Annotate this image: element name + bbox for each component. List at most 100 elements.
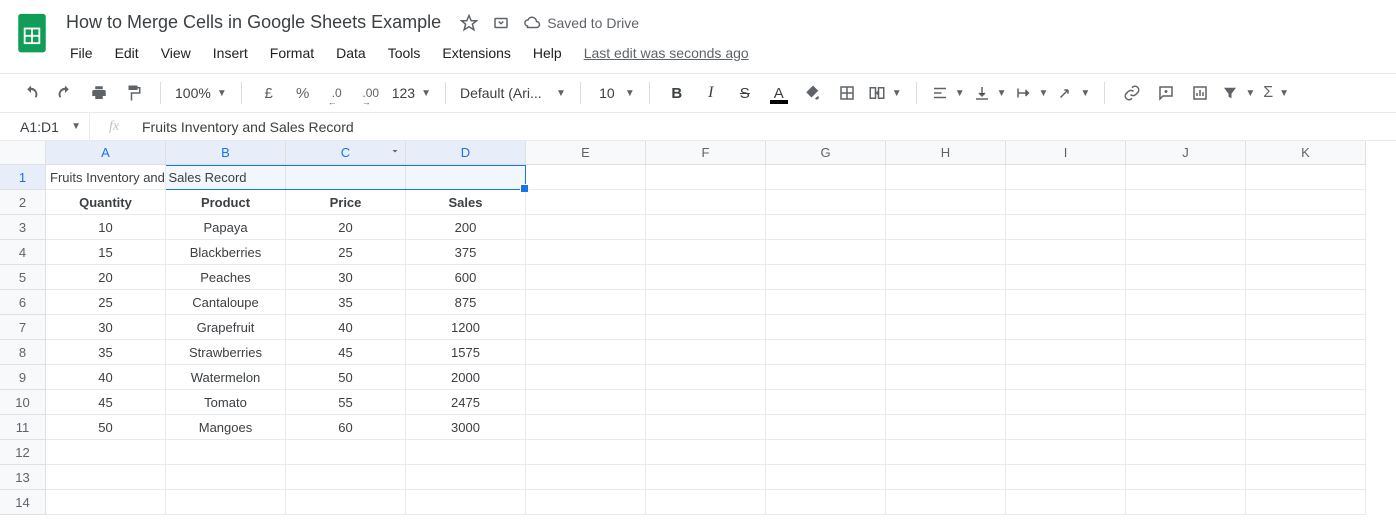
cell[interactable]: [886, 465, 1006, 490]
col-header-G[interactable]: G: [766, 141, 886, 165]
cell[interactable]: [886, 415, 1006, 440]
text-color-button[interactable]: A: [766, 80, 792, 106]
cell[interactable]: [766, 415, 886, 440]
col-header-H[interactable]: H: [886, 141, 1006, 165]
menu-data[interactable]: Data: [326, 41, 376, 65]
cell[interactable]: [886, 265, 1006, 290]
row-header-9[interactable]: 9: [0, 365, 46, 390]
cell[interactable]: [886, 290, 1006, 315]
font-size-dropdown[interactable]: 10 ▼: [595, 85, 635, 101]
col-header-D[interactable]: D: [406, 141, 526, 165]
cell[interactable]: [766, 165, 886, 190]
insert-link-button[interactable]: [1119, 80, 1145, 106]
filter-dropdown[interactable]: ▼: [1221, 84, 1255, 102]
merge-cells-dropdown[interactable]: ▼: [868, 84, 902, 102]
cell[interactable]: 25: [46, 290, 166, 315]
cell[interactable]: [1126, 365, 1246, 390]
cell[interactable]: [1006, 440, 1126, 465]
col-header-I[interactable]: I: [1006, 141, 1126, 165]
cell[interactable]: [1006, 465, 1126, 490]
menu-file[interactable]: File: [60, 41, 103, 65]
cell[interactable]: 20: [286, 215, 406, 240]
cell[interactable]: [766, 390, 886, 415]
cell[interactable]: Blackberries: [166, 240, 286, 265]
cell[interactable]: [286, 465, 406, 490]
cell[interactable]: [1126, 190, 1246, 215]
h-align-dropdown[interactable]: ▼: [931, 84, 965, 102]
cell[interactable]: [1006, 315, 1126, 340]
cell[interactable]: Grapefruit: [166, 315, 286, 340]
filter-icon[interactable]: [389, 145, 401, 160]
text-wrap-dropdown[interactable]: ▼: [1015, 84, 1049, 102]
cell[interactable]: 60: [286, 415, 406, 440]
cell[interactable]: Watermelon: [166, 365, 286, 390]
col-header-E[interactable]: E: [526, 141, 646, 165]
row-header-7[interactable]: 7: [0, 315, 46, 340]
cell[interactable]: [1006, 190, 1126, 215]
cell[interactable]: 25: [286, 240, 406, 265]
doc-title[interactable]: How to Merge Cells in Google Sheets Exam…: [60, 10, 447, 35]
cell[interactable]: 45: [46, 390, 166, 415]
cell[interactable]: [1006, 340, 1126, 365]
cell[interactable]: [286, 490, 406, 515]
cell[interactable]: [646, 290, 766, 315]
cell[interactable]: [886, 165, 1006, 190]
cell[interactable]: Strawberries: [166, 340, 286, 365]
cell[interactable]: 40: [286, 315, 406, 340]
cell[interactable]: [1126, 290, 1246, 315]
spreadsheet-grid[interactable]: 1234567891011121314 ABCDEFGHIJK Fruits I…: [0, 141, 1396, 515]
cell[interactable]: [1246, 390, 1366, 415]
cell[interactable]: [1126, 315, 1246, 340]
currency-button[interactable]: £: [256, 80, 282, 106]
cell[interactable]: [1246, 490, 1366, 515]
text-rotation-dropdown[interactable]: ▼: [1056, 84, 1090, 102]
cell[interactable]: [646, 390, 766, 415]
cell[interactable]: [646, 190, 766, 215]
print-button[interactable]: [86, 80, 112, 106]
undo-button[interactable]: [18, 80, 44, 106]
row-header-12[interactable]: 12: [0, 440, 46, 465]
name-box[interactable]: A1:D1 ▼: [0, 113, 90, 140]
cell[interactable]: [646, 165, 766, 190]
cell[interactable]: 45: [286, 340, 406, 365]
cell[interactable]: [406, 465, 526, 490]
move-icon[interactable]: [491, 13, 511, 33]
cell[interactable]: [766, 340, 886, 365]
cell[interactable]: Product: [166, 190, 286, 215]
fill-color-button[interactable]: [800, 80, 826, 106]
cell[interactable]: [1006, 265, 1126, 290]
col-header-K[interactable]: K: [1246, 141, 1366, 165]
decrease-decimal-button[interactable]: .0 ←: [324, 80, 350, 106]
col-header-C[interactable]: C: [286, 141, 406, 165]
cell[interactable]: [886, 390, 1006, 415]
cell[interactable]: [766, 365, 886, 390]
menu-insert[interactable]: Insert: [203, 41, 258, 65]
cell[interactable]: Tomato: [166, 390, 286, 415]
cell[interactable]: [886, 440, 1006, 465]
cell[interactable]: [766, 190, 886, 215]
cell[interactable]: [886, 240, 1006, 265]
cell[interactable]: [766, 240, 886, 265]
last-edit-link[interactable]: Last edit was seconds ago: [584, 45, 749, 61]
cell[interactable]: [166, 440, 286, 465]
row-header-5[interactable]: 5: [0, 265, 46, 290]
cell[interactable]: [1006, 215, 1126, 240]
cell[interactable]: [1126, 165, 1246, 190]
strikethrough-button[interactable]: S: [732, 80, 758, 106]
cell[interactable]: [526, 265, 646, 290]
cell[interactable]: 375: [406, 240, 526, 265]
cell[interactable]: [1246, 440, 1366, 465]
cell[interactable]: [1006, 240, 1126, 265]
cell[interactable]: [886, 190, 1006, 215]
cell[interactable]: 200: [406, 215, 526, 240]
row-header-10[interactable]: 10: [0, 390, 46, 415]
col-header-A[interactable]: A: [46, 141, 166, 165]
cloud-status[interactable]: Saved to Drive: [523, 14, 639, 32]
cell[interactable]: [766, 465, 886, 490]
cell[interactable]: 2475: [406, 390, 526, 415]
cell[interactable]: [1006, 490, 1126, 515]
cell[interactable]: [1126, 265, 1246, 290]
cell[interactable]: [646, 340, 766, 365]
cell[interactable]: [1006, 390, 1126, 415]
cell[interactable]: 2000: [406, 365, 526, 390]
